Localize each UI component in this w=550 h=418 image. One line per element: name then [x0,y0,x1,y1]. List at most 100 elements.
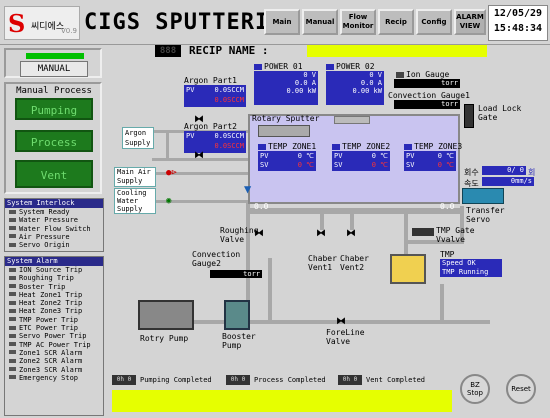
recipe-name-label: RECIP NAME : [189,44,269,57]
zone1-lamp-icon [258,143,266,150]
tmp-exhaust-pipe [440,284,444,322]
zone3-sv-label: SV [406,161,415,169]
interlock-label: Servo Origin [19,241,70,250]
transfer-servo-label: Transfer Servo [466,206,505,224]
alarm-lamp-icon [9,308,16,313]
count-label: 회수 [464,168,479,177]
nav-main-button[interactable]: Main [264,9,300,35]
manual-process-panel: Manual Process Pumping Process Vent [4,82,102,194]
argon-part2-label: Argon Part2 [184,122,237,131]
argon-valve1-icon[interactable]: ⧓ [194,114,204,125]
ion-gauge-lamp-icon [396,71,404,78]
alarm-item: ETC Power Trip [5,324,103,332]
recipe-name-field[interactable] [307,45,487,57]
reset-button[interactable]: Reset [506,374,536,404]
logo-text: 씨디에스 [31,22,65,32]
zone3-lamp-icon [404,143,412,150]
zone1-label: TEMP ZONE1 [268,142,317,151]
alarm-item: Zone1 SCR Alarm [5,349,103,357]
roughing-valve-icon[interactable]: ⧓ [254,228,264,239]
chamber-valve-icon[interactable]: ▼ [244,182,251,196]
air-valve-icon[interactable]: ●⊳ [166,168,177,178]
power1-readout: 0 V 0.0 A 0.00 kW [254,71,318,105]
load-lock-gate-icon[interactable] [464,104,474,128]
argon-valve2-icon[interactable]: ⧓ [194,150,204,161]
nav-manual-button[interactable]: Manual [302,9,338,35]
process-button[interactable]: Process [15,130,93,152]
nav-config-button[interactable]: Config [416,9,452,35]
alarm-item: Boster Trip [5,283,103,291]
alarm-lamp-icon [9,358,16,363]
argon-part1-pv-label: PV [186,86,195,94]
power2-amp: 0.0 A [360,79,382,87]
load-lock-gate-label: Load Lock Gate [478,104,522,122]
interlock-item: Servo Origin [5,241,103,249]
manual-mode-button[interactable]: MANUAL [20,61,88,77]
power1-volt: 0 V [303,71,316,79]
pumping-button[interactable]: Pumping [15,98,93,120]
status-lamp-icon [9,209,16,214]
tmp-gate-indicator [412,228,434,236]
rotary-sputter-label: Rotary Sputter [252,114,320,123]
power2-lamp-icon [326,63,334,70]
zone1-pv-label: PV [260,152,269,160]
alarm-item: Heat Zone1 Trip [5,291,103,299]
app-root: S 씨디에스 V0.9 CIGS SPUTTERING Main Manual … [0,0,550,418]
alarm-label: Zone3 SCR Alarm [19,365,83,374]
status-lamp-icon [9,242,16,247]
foreline-valve-icon[interactable]: ⧓ [336,316,346,327]
nav-recipe-button[interactable]: Recip [378,9,414,35]
nav-flow-monitor-button[interactable]: Flow Monitor [340,9,376,35]
zone2-pv: 0 ℃ [371,152,388,160]
zone3-pv: 0 ℃ [437,152,454,160]
transfer-servo-icon[interactable] [462,188,504,204]
time-text: 15:48:34 [493,23,543,34]
alarm-label: TMP Power Trip [19,315,79,324]
zone1-title: TEMP ZONE1 [258,142,316,151]
ion-gauge-title: Ion Gauge [396,70,449,79]
power2-volt: 0 V [369,71,382,79]
rotary-sputter-icon[interactable] [258,125,310,137]
alarm-lamp-icon [9,267,16,272]
main-air-label: Main Air Supply [114,167,156,187]
vent-button[interactable]: Vent [15,160,93,188]
booster-pump-icon[interactable] [224,300,250,330]
alarm-label: Zone1 SCR Alarm [19,348,83,357]
chamber-vent2-label: Chaber Vent2 [340,254,369,272]
argon-part1-sv: 0.0SCCM [214,96,244,104]
zone2-sv: 0 ℃ [371,161,388,169]
alarm-label: ION Source Trip [19,266,83,274]
chamber-vent1-label: Chaber Vent1 [308,254,337,272]
system-alarm-title: System Alarm [5,257,103,266]
interlock-item: Air Pressure [5,233,103,241]
alarm-item: TMP AC Power Trip [5,341,103,349]
rotary-pump-label: Rotry Pump [140,334,189,343]
system-interlock-title: System Interlock [5,199,103,208]
alarm-item: TMP Power Trip [5,316,103,324]
zone2-label: TEMP ZONE2 [342,142,391,151]
alarm-lamp-icon [9,284,16,289]
system-alarm-panel: System Alarm ION Source Trip Roughing Tr… [4,256,104,416]
system-interlock-panel: System Interlock System Ready Water Pres… [4,198,104,252]
alarm-lamp-icon [9,300,16,305]
power2-kw: 0.00 kW [352,87,382,95]
chamber-vent1-icon[interactable]: ⧓ [316,228,326,239]
interlock-item: Water Pressure [5,216,103,224]
nav-alarm-view-button[interactable]: ALARM VIEW [454,9,486,35]
bz-stop-button[interactable]: BZ Stop [460,374,490,404]
tmp-pump-icon[interactable] [390,254,426,284]
water-valve-icon[interactable]: ◉ [166,196,171,206]
alarm-item: Heat Zone2 Trip [5,299,103,307]
alarm-item: ION Source Trip [5,266,103,274]
rotary-pump-icon[interactable] [138,300,194,330]
process-status-label: Process Completed [254,376,326,384]
power1-lamp-icon [254,63,262,70]
power2-label: POWER 02 [336,62,375,71]
conv-gauge1-label: Convection Gauge1 [388,91,470,100]
chamber-vent2-icon[interactable]: ⧓ [346,228,356,239]
alarm-label: Heat Zone3 Trip [19,307,83,316]
chamber-right-value: 0.0 [440,202,455,211]
tmp-label: TMP [440,250,455,259]
alarm-item: Heat Zone3 Trip [5,307,103,315]
count-value: 0/ 0 [482,166,526,175]
